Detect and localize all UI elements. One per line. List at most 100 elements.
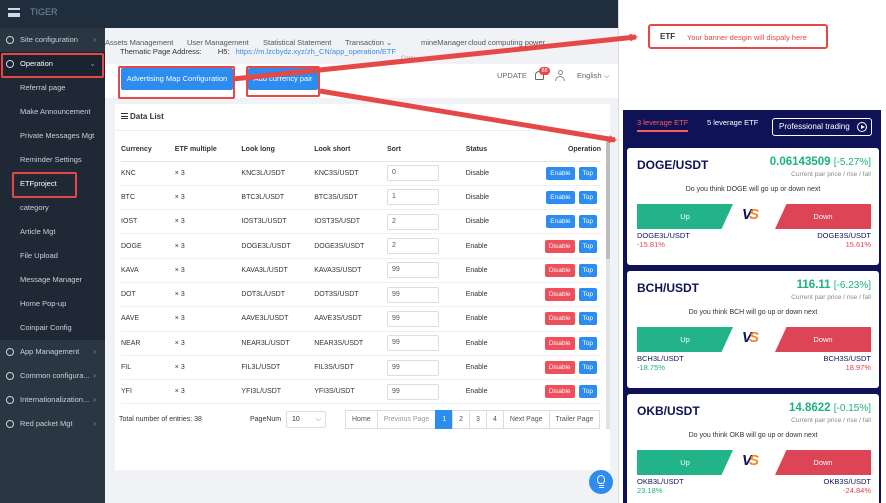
copy-link[interactable]: Copy	[401, 56, 415, 62]
sort-input[interactable]: 99	[386, 383, 439, 400]
sidebar-item-referral-page[interactable]: Referral page	[0, 76, 105, 100]
sidebar-item-home-pop-up[interactable]: Home Pop-up	[0, 292, 105, 316]
sort-input[interactable]: 2	[386, 213, 439, 230]
user-icon[interactable]	[555, 70, 565, 81]
nav-tab[interactable]: cloud computing power	[468, 38, 545, 47]
cell-look-long: KAVA3L/USDT	[241, 258, 315, 283]
sidebar-item-common-configura[interactable]: Common configura... ›	[0, 364, 105, 388]
down-button[interactable]: Down	[775, 450, 871, 475]
sort-input[interactable]: 99	[386, 310, 439, 327]
nav-tab[interactable]: Transaction ⌄	[345, 38, 392, 47]
prediction-question: Do you think OKB will go up or down next	[688, 432, 818, 439]
professional-trading-button[interactable]: Professional trading	[772, 118, 872, 136]
down-button[interactable]: Down	[775, 204, 871, 229]
pager-button-trailer-page[interactable]: Trailer Page	[548, 410, 601, 429]
tab-5-leverage[interactable]: 5 leverage ETF	[707, 118, 758, 127]
cell-look-long: AAVE3L/USDT	[241, 306, 315, 332]
update-button[interactable]: UPDATE	[497, 71, 527, 80]
top-button[interactable]: Top	[578, 263, 597, 277]
top-button[interactable]: Top	[578, 239, 597, 253]
sidebar-item-file-upload[interactable]: File Upload	[0, 244, 105, 268]
top-button[interactable]: Top	[578, 312, 597, 326]
disable-button[interactable]: Disable	[544, 361, 575, 375]
sidebar-item-private-messages-mgt[interactable]: Private Messages Mgt	[0, 124, 105, 148]
sort-input[interactable]: 99	[386, 286, 439, 303]
disable-button[interactable]: Disable	[544, 336, 575, 350]
pager-button-1[interactable]: 1	[435, 410, 454, 429]
cell-look-long: DOGE3L/USDT	[241, 233, 315, 259]
trading-pair-card[interactable]: BCH/USDT 116.11 [-6.23%] Current pair pric…	[627, 271, 879, 388]
page-size-select[interactable]: 10 ⌵	[286, 411, 326, 428]
cell-currency: BTC	[121, 185, 175, 211]
top-button[interactable]: Top	[578, 288, 597, 302]
sidebar-item-label: Coinpair Config	[20, 323, 72, 332]
sidebar-item-app-management[interactable]: App Management ›	[0, 340, 105, 364]
top-button[interactable]: Top	[578, 166, 597, 180]
pager-button-next-page[interactable]: Next Page	[502, 410, 550, 429]
disable-button[interactable]: Disable	[544, 239, 575, 253]
top-button[interactable]: Top	[578, 336, 597, 350]
tab-3-leverage[interactable]: 3 leverage ETF	[637, 118, 689, 132]
trading-pair-card[interactable]: OKB/USDT 14.8622 [-0.15%] Current pair pri…	[627, 394, 879, 503]
price-value: 0.06143509	[769, 156, 831, 168]
cell-currency: DOGE	[121, 233, 175, 259]
sort-input[interactable]: 99	[386, 335, 439, 352]
sort-input[interactable]: 0	[386, 165, 439, 182]
nav-tab[interactable]: Statistical Statement	[263, 38, 331, 47]
up-button[interactable]: Up	[637, 450, 733, 475]
sidebar-item-message-manager[interactable]: Message Manager	[0, 268, 105, 292]
pager-button-home[interactable]: Home	[345, 410, 378, 429]
language-select[interactable]: English ⌵	[577, 71, 609, 81]
sort-input[interactable]: 99	[386, 262, 439, 279]
top-button[interactable]: Top	[578, 215, 597, 229]
h5-url-link[interactable]: https://m.lzcbydz.xyz/zh_CN/app_operatio…	[236, 47, 397, 56]
sidebar-item-category[interactable]: category	[0, 196, 105, 220]
enable-button[interactable]: Enable	[546, 166, 575, 180]
sort-input[interactable]: 99	[386, 359, 439, 376]
enable-button[interactable]: Enable	[546, 190, 575, 204]
column-header: ETF multiple	[174, 139, 242, 162]
pager-button-3[interactable]: 3	[469, 410, 487, 429]
scrollbar-thumb[interactable]	[606, 139, 610, 259]
sort-input[interactable]: 1	[386, 189, 439, 206]
top-button[interactable]: Top	[578, 190, 597, 204]
sidebar-item-make-announcement[interactable]: Make Announcement	[0, 100, 105, 124]
sidebar-item-reminder-settings[interactable]: Reminder Settings	[0, 148, 105, 172]
cell-sort: 99	[386, 306, 466, 332]
up-button[interactable]: Up	[637, 327, 733, 352]
sidebar-item-label: Make Announcement	[20, 107, 91, 116]
disable-button[interactable]: Disable	[544, 288, 575, 302]
top-button[interactable]: Top	[578, 361, 597, 375]
disable-button[interactable]: Disable	[544, 263, 575, 277]
nav-tab[interactable]: Assets Management	[105, 38, 173, 47]
column-header: Sort	[386, 139, 466, 162]
table-scrollbar[interactable]	[606, 139, 610, 429]
long-percent: -18.75%	[637, 363, 665, 372]
sidebar-item-coinpair-config[interactable]: Coinpair Config	[0, 316, 105, 340]
cell-multiple: × 3	[174, 355, 242, 381]
disable-button[interactable]: Disable	[544, 385, 575, 399]
sidebar-item-site-configuration[interactable]: Site configuration ›	[0, 28, 105, 52]
list-icon	[121, 113, 128, 119]
pager-button-2[interactable]: 2	[452, 410, 471, 429]
pager-button-previous-page[interactable]: Previous Page	[376, 410, 437, 429]
table-row: AAVE × 3 AAVE3L/USDT AAVE3S/USDT 99 Enable Dis…	[121, 306, 601, 332]
up-button[interactable]: Up	[637, 204, 733, 229]
cell-operation: Disable Top	[521, 306, 601, 332]
data-list-title-text: Data List	[130, 112, 164, 121]
down-button[interactable]: Down	[775, 327, 871, 352]
help-fab[interactable]	[589, 470, 613, 494]
sidebar-item-internationalization[interactable]: Internationalization... ›	[0, 388, 105, 412]
sort-input[interactable]: 2	[386, 238, 439, 255]
sidebar-item-red-packet-mgt[interactable]: Red packet Mgt ›	[0, 412, 105, 436]
trading-pair-card[interactable]: DOGE/USDT 0.06143509 [-5.27%] Current pair…	[627, 148, 879, 265]
menu-icon[interactable]	[8, 8, 20, 17]
nav-tab[interactable]: mineManager	[421, 38, 467, 47]
sidebar-item-article-mgt[interactable]: Article Mgt	[0, 220, 105, 244]
pager-button-4[interactable]: 4	[485, 410, 504, 429]
disable-button[interactable]: Disable	[544, 312, 575, 326]
top-button[interactable]: Top	[578, 385, 597, 399]
nav-tab[interactable]: User Management	[187, 38, 249, 47]
total-value: 38	[194, 416, 202, 423]
enable-button[interactable]: Enable	[546, 215, 575, 229]
